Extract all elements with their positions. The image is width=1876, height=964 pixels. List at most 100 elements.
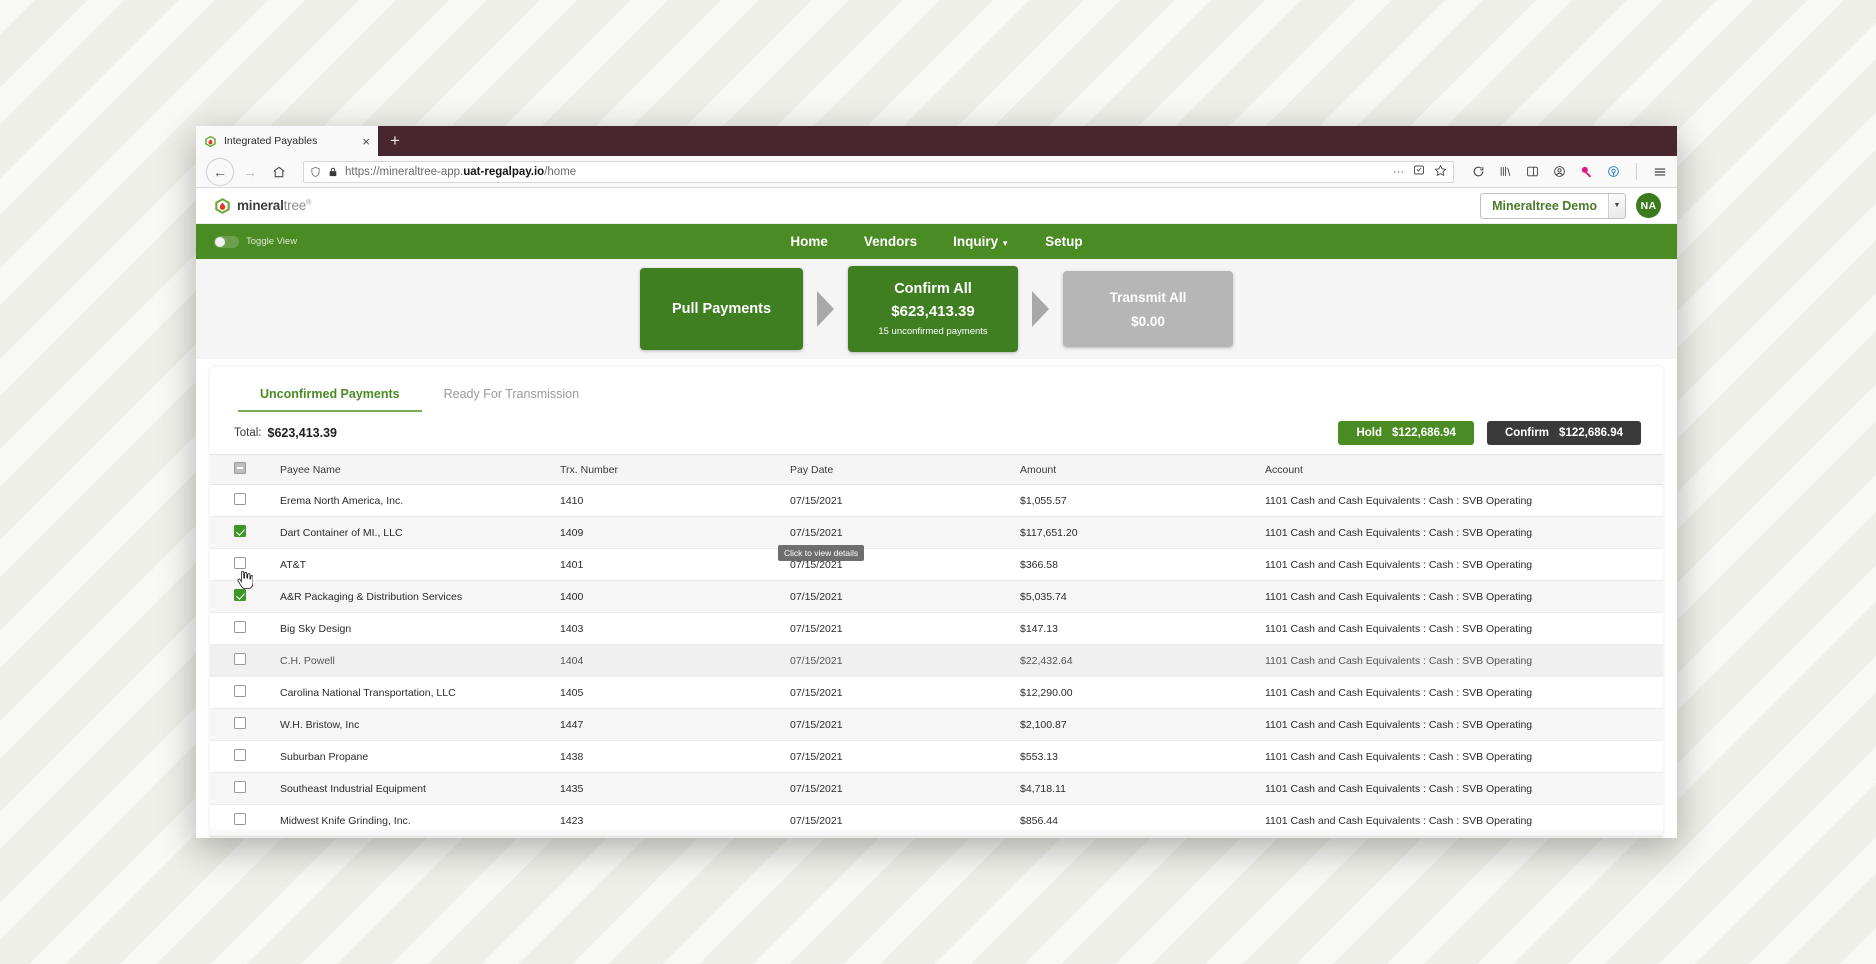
cell-trx-number: 1435 [560, 772, 790, 805]
home-icon[interactable] [266, 159, 292, 185]
row-checkbox[interactable] [234, 493, 246, 505]
mineraltree-mark-icon [215, 197, 230, 214]
mineraltree-logo[interactable]: mineraltree® [214, 197, 311, 215]
row-checkbox[interactable] [234, 685, 246, 697]
table-row[interactable]: Southeast Industrial Equipment 1435 07/15/… [210, 772, 1663, 805]
url-text: https://mineraltree-app.uat-regalpay.io/… [345, 165, 577, 178]
row-select-cell [210, 644, 280, 677]
nav-link-home[interactable]: Home [790, 234, 828, 249]
cell-amount: $22,432.64 [1020, 644, 1265, 677]
table-row[interactable]: AT&T 1401 07/15/2021 $366.58 1101 Cash and C… [210, 548, 1663, 581]
column-header-account[interactable]: Account [1265, 454, 1663, 485]
row-checkbox[interactable] [234, 813, 246, 825]
total-bar: Total: $623,413.39 Hold $122,686.94 Conf… [210, 412, 1663, 454]
cell-trx-number: 1403 [560, 612, 790, 645]
hold-button-amount: $122,686.94 [1392, 427, 1456, 439]
table-row[interactable]: Big Sky Design 1403 07/15/2021 $147.13 1101 … [210, 612, 1663, 645]
row-checkbox[interactable] [234, 653, 246, 665]
application-viewport: mineraltree® Mineraltree Demo ▼ NA Toggl… [196, 188, 1677, 838]
hamburger-menu-icon[interactable] [1652, 164, 1667, 179]
row-select-cell [210, 484, 280, 517]
cell-amount: $2,100.87 [1020, 708, 1265, 741]
cell-trx-number: 1422 [560, 836, 790, 838]
cell-trx-number: 1400 [560, 580, 790, 613]
row-select-cell [210, 740, 280, 773]
pull-payments-card[interactable]: Pull Payments [640, 268, 803, 350]
lock-icon[interactable] [328, 166, 338, 178]
bookmark-star-icon[interactable] [1434, 164, 1447, 180]
row-checkbox[interactable] [234, 621, 246, 633]
chevron-down-icon: ▼ [1001, 239, 1010, 248]
arrow-right-icon [1032, 291, 1049, 327]
table-row[interactable]: Baker Transportation, Inc.142207/15/2021… [210, 836, 1663, 838]
nav-link-setup[interactable]: Setup [1045, 234, 1083, 249]
account-icon[interactable] [1552, 164, 1567, 179]
sidebar-icon[interactable] [1525, 164, 1540, 179]
table-row[interactable]: A&R Packaging & Distribution Services 140… [210, 580, 1663, 613]
column-header-pay-date[interactable]: Pay Date [790, 454, 1020, 485]
row-select-cell [210, 676, 280, 709]
column-header-amount[interactable]: Amount [1020, 454, 1265, 485]
cell-trx-number: 1423 [560, 804, 790, 837]
table-row[interactable]: Carolina National Transportation, LLC 140… [210, 676, 1663, 709]
row-checkbox[interactable] [234, 717, 246, 729]
library-icon[interactable] [1498, 164, 1513, 179]
row-checkbox[interactable] [234, 525, 246, 537]
row-select-cell [210, 612, 280, 645]
confirm-all-card[interactable]: Confirm All $623,413.39 15 unconfirmed p… [848, 266, 1018, 352]
tab-ready-for-transmission[interactable]: Ready For Transmission [422, 381, 601, 412]
table-row[interactable]: C.H. Powell 1404 07/15/2021 $22,432.64 1101 … [210, 644, 1663, 677]
table-body: Erema North America, Inc. 1410 07/15/2021 $… [210, 484, 1663, 838]
browser-window: Integrated Payables × + ← → https://mine… [196, 126, 1677, 838]
confirm-all-title: Confirm All [894, 281, 972, 297]
avatar[interactable]: NA [1636, 193, 1661, 218]
table-row[interactable]: Suburban Propane 1438 07/15/2021 $553.13 110… [210, 740, 1663, 773]
company-selector[interactable]: Mineraltree Demo ▼ [1480, 192, 1626, 219]
forward-icon[interactable]: → [237, 159, 263, 185]
confirm-button-amount: $122,686.94 [1559, 427, 1623, 439]
nav-link-vendors[interactable]: Vendors [864, 234, 917, 249]
row-checkbox[interactable] [234, 781, 246, 793]
row-checkbox[interactable] [234, 557, 246, 569]
cell-account: 1101 Cash and Cash Equivalents : Cash : … [1265, 484, 1663, 517]
row-checkbox[interactable] [234, 589, 246, 601]
cell-payee-name: C.H. Powell [280, 644, 560, 677]
new-tab-icon[interactable]: + [390, 132, 400, 149]
row-checkbox[interactable] [234, 749, 246, 761]
cell-pay-date: 07/15/2021 [790, 804, 1020, 837]
nav-link-inquiry[interactable]: Inquiry ▼ [953, 234, 1009, 249]
table-header-row: Payee Name Trx. Number Pay Date Amount A… [210, 454, 1663, 485]
reader-mode-icon[interactable] [1413, 164, 1425, 179]
confirm-button[interactable]: Confirm $122,686.94 [1486, 421, 1641, 445]
column-header-payee-name[interactable]: Payee Name [280, 454, 560, 485]
page-actions-icon[interactable]: ··· [1393, 166, 1404, 178]
select-all-checkbox[interactable] [234, 462, 246, 474]
table-row[interactable]: Erema North America, Inc. 1410 07/15/2021 $… [210, 484, 1663, 517]
workflow-steps: Pull Payments Confirm All $623,413.39 15… [196, 259, 1677, 359]
reload-icon[interactable] [1465, 159, 1491, 185]
cell-pay-date: 07/15/2021 [790, 676, 1020, 709]
table-row[interactable]: Midwest Knife Grinding, Inc. 1423 07/15/20… [210, 804, 1663, 837]
payments-panel: Unconfirmed Payments Ready For Transmiss… [210, 367, 1663, 838]
main-navigation: Toggle View Home Vendors Inquiry ▼ Setup [196, 224, 1677, 259]
table-row[interactable]: Dart Container of MI., LLC 1409 07/15/2021… [210, 516, 1663, 549]
total-value: $623,413.39 [267, 426, 338, 440]
table-row[interactable]: W.H. Bristow, Inc 1447 07/15/2021 $2,100.87… [210, 708, 1663, 741]
hold-button[interactable]: Hold $122,686.94 [1338, 421, 1474, 445]
cell-account: 1101 Cash and Cash Equivalents : Cash : … [1265, 708, 1663, 741]
chevron-down-icon[interactable]: ▼ [1608, 193, 1625, 218]
extension-blue-icon[interactable] [1606, 164, 1621, 179]
close-icon[interactable]: × [362, 135, 370, 148]
cell-payee-name: Midwest Knife Grinding, Inc. [280, 804, 560, 837]
row-select-cell [210, 708, 280, 741]
browser-tab[interactable]: Integrated Payables × [196, 126, 378, 156]
pull-payments-title: Pull Payments [671, 301, 772, 317]
back-icon[interactable]: ← [206, 157, 234, 186]
row-tooltip: Click to view details [778, 545, 865, 561]
cell-pay-date: 07/15/2021 [790, 612, 1020, 645]
shield-icon[interactable] [310, 166, 321, 178]
extension-pink-icon[interactable] [1579, 164, 1594, 179]
address-bar[interactable]: https://mineraltree-app.uat-regalpay.io/… [303, 160, 1454, 183]
tab-unconfirmed-payments[interactable]: Unconfirmed Payments [238, 381, 422, 412]
column-header-trx-number[interactable]: Trx. Number [560, 454, 790, 485]
